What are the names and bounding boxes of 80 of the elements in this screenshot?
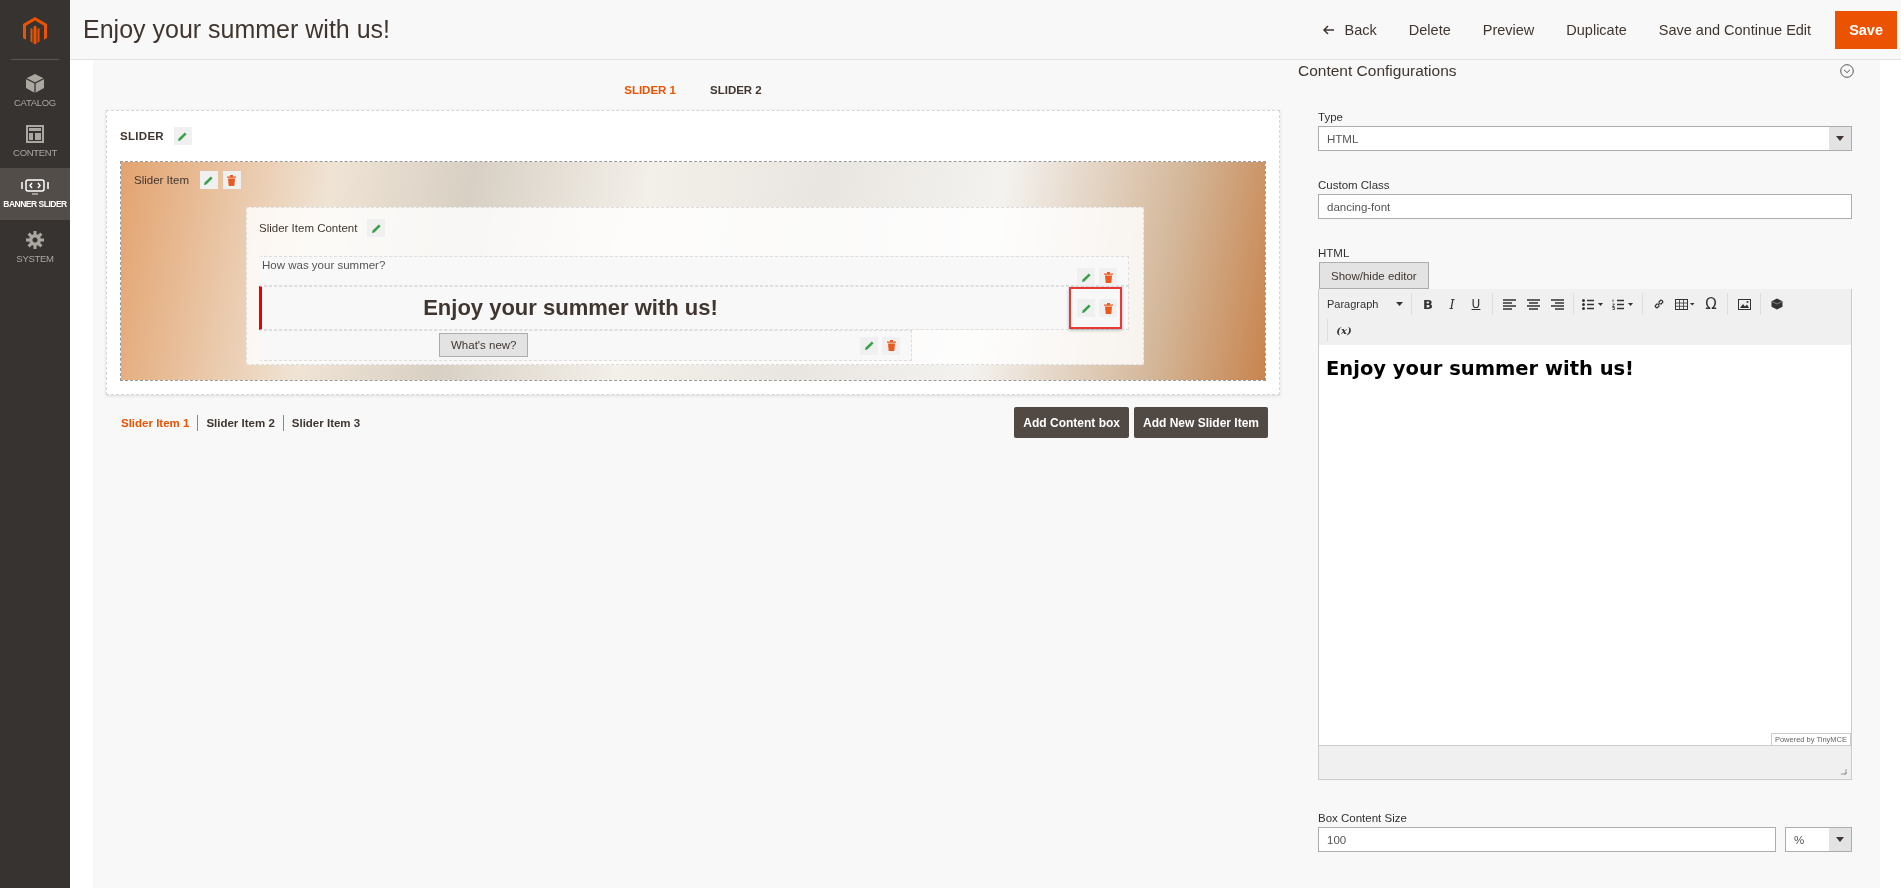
add-button[interactable]: Add New Slider Item bbox=[1133, 407, 1268, 438]
nav-item[interactable]: CATALOG bbox=[0, 66, 70, 116]
action-button[interactable]: Preview bbox=[1468, 13, 1549, 46]
action-button[interactable]: Duplicate bbox=[1552, 13, 1641, 46]
variable-button[interactable]: (x) bbox=[1332, 318, 1356, 342]
unit-select[interactable]: % bbox=[1785, 827, 1852, 852]
action-button[interactable]: Delete bbox=[1394, 13, 1465, 46]
delete-button[interactable] bbox=[882, 336, 900, 355]
pencil-icon bbox=[1080, 271, 1092, 283]
layout-icon bbox=[26, 124, 44, 143]
whats-new-button[interactable]: What's new? bbox=[439, 332, 529, 357]
slider-tab[interactable]: SLIDER 2 bbox=[710, 84, 762, 96]
arrow-left-icon bbox=[1322, 24, 1335, 35]
content-row[interactable]: How was your summer? bbox=[259, 256, 1129, 286]
underline-button[interactable]: U bbox=[1464, 292, 1488, 316]
field-label: Box Content Size bbox=[1318, 812, 1408, 824]
back-button[interactable]: Back bbox=[1308, 13, 1391, 46]
input-field[interactable]: dancing-font bbox=[1318, 194, 1852, 219]
field-label: HTML bbox=[1318, 247, 1351, 259]
edit-button[interactable] bbox=[1077, 299, 1095, 317]
format-dropdown[interactable]: Paragraph bbox=[1323, 292, 1407, 316]
align-center-icon bbox=[1526, 298, 1540, 310]
pencil-icon bbox=[203, 174, 215, 186]
slider-item-tab[interactable]: Slider Item 2 bbox=[197, 414, 283, 431]
input-field[interactable]: 100 bbox=[1318, 827, 1776, 852]
action-button[interactable]: Save and Continue Edit bbox=[1644, 13, 1826, 46]
link-icon bbox=[1653, 298, 1665, 310]
align-right-icon bbox=[1550, 298, 1564, 310]
content-box-label: Slider Item Content bbox=[259, 222, 358, 234]
edit-button[interactable] bbox=[1077, 268, 1095, 286]
caret-icon bbox=[1836, 136, 1844, 141]
trash-icon bbox=[886, 340, 896, 351]
editor-heading: Enjoy your summer with us! bbox=[1326, 357, 1635, 380]
slider-icon bbox=[21, 179, 49, 195]
content-row[interactable]: What's new? bbox=[259, 330, 912, 361]
pencil-icon bbox=[1080, 302, 1092, 314]
section-title: Content Configurations bbox=[1298, 62, 1457, 80]
slider-item-label: Slider Item bbox=[134, 174, 189, 186]
edit-button[interactable] bbox=[860, 336, 878, 355]
resize-handle-icon[interactable] bbox=[1840, 768, 1847, 775]
chevron-circle-icon[interactable] bbox=[1840, 64, 1854, 78]
cube-icon bbox=[26, 74, 44, 93]
bold-button[interactable]: B bbox=[1416, 292, 1440, 316]
content-row[interactable]: Enjoy your summer with us! bbox=[259, 286, 1129, 330]
align-left-icon bbox=[1502, 298, 1516, 310]
nav-item[interactable]: CONTENT bbox=[0, 116, 70, 166]
nav-item[interactable]: SYSTEM bbox=[0, 222, 70, 272]
field-label: Type bbox=[1318, 111, 1344, 123]
image-icon bbox=[1737, 298, 1751, 310]
subtitle-text: How was your summer? bbox=[262, 259, 386, 271]
delete-button[interactable] bbox=[1099, 268, 1117, 286]
trash-icon bbox=[227, 174, 237, 186]
delete-button[interactable] bbox=[1099, 299, 1117, 317]
field-label: Custom Class bbox=[1318, 179, 1391, 191]
pencil-icon bbox=[370, 222, 382, 234]
heading-text: Enjoy your summer with us! bbox=[422, 295, 719, 321]
page-title: Enjoy your summer with us! bbox=[83, 15, 391, 44]
cube-icon bbox=[1771, 298, 1783, 310]
table-icon bbox=[1675, 298, 1695, 310]
bullet-list-icon bbox=[1582, 298, 1604, 310]
special-character-button[interactable]: Ω bbox=[1699, 292, 1723, 316]
pencil-icon bbox=[863, 340, 875, 351]
gear-icon bbox=[26, 230, 44, 249]
pencil-icon bbox=[177, 130, 189, 142]
trash-icon bbox=[1103, 271, 1113, 283]
slider-label: SLIDER bbox=[120, 130, 164, 142]
slider-item-tab[interactable]: Slider Item 3 bbox=[282, 414, 369, 431]
caret-icon bbox=[1836, 837, 1844, 842]
show-hide-editor-button[interactable]: Show/hide editor bbox=[1319, 262, 1429, 289]
nav-item[interactable]: BANNER SLIDER bbox=[0, 168, 70, 220]
logo-icon bbox=[23, 17, 47, 45]
add-button[interactable]: Add Content box bbox=[1014, 407, 1129, 438]
edit-button[interactable] bbox=[367, 219, 386, 237]
edit-button[interactable] bbox=[174, 127, 192, 145]
type-select[interactable]: HTML bbox=[1318, 126, 1852, 151]
save-button[interactable]: Save bbox=[1835, 10, 1897, 49]
italic-button[interactable]: I bbox=[1440, 292, 1464, 316]
numbered-list-icon bbox=[1612, 298, 1634, 310]
trash-icon bbox=[1103, 302, 1113, 314]
caret-icon bbox=[1396, 302, 1403, 306]
